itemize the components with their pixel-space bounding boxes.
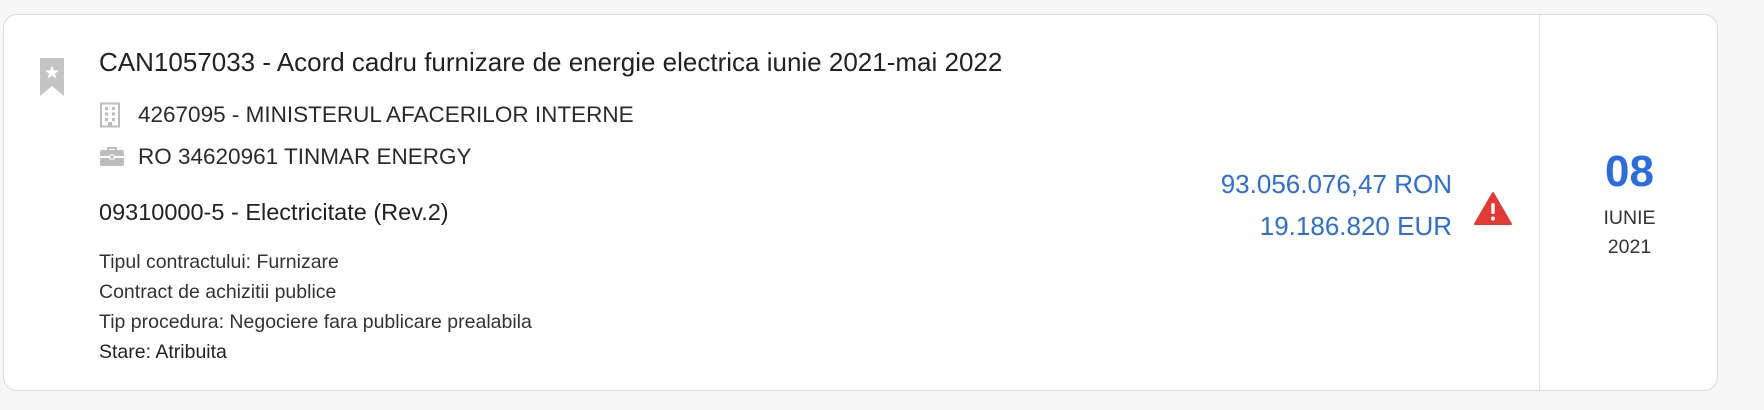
procedure-type: Tip procedura: Negociere fara publicare … <box>99 311 532 333</box>
contract-value: 93.056.076,47 RON 19.186.820 EUR <box>1221 163 1452 247</box>
contract-details: Tipul contractului: Furnizare Contract d… <box>99 247 532 367</box>
date-year: 2021 <box>1607 236 1652 258</box>
contract-status: Stare: Atribuita <box>99 341 227 363</box>
bookmark-star-icon[interactable] <box>38 56 66 98</box>
value-eur: 19.186.820 EUR <box>1259 211 1452 241</box>
contract-type: Tipul contractului: Furnizare <box>99 251 339 273</box>
contract-card[interactable]: CAN1057033 - Acord cadru furnizare de en… <box>3 14 1718 391</box>
contract-title[interactable]: CAN1057033 - Acord cadru furnizare de en… <box>99 47 1002 78</box>
date-month: IUNIE <box>1603 207 1656 229</box>
supplier-name[interactable]: RO 34620961 TINMAR ENERGY <box>138 144 471 170</box>
supplier-row: RO 34620961 TINMAR ENERGY <box>99 142 471 172</box>
date-day: 08 <box>1605 147 1654 196</box>
building-icon <box>99 101 127 129</box>
authority-row: 4267095 - MINISTERUL AFACERILOR INTERNE <box>99 100 634 130</box>
authority-name[interactable]: 4267095 - MINISTERUL AFACERILOR INTERNE <box>138 102 634 128</box>
contract-kind: Contract de achizitii publice <box>99 281 337 303</box>
publication-date: 08 IUNIE 2021 <box>1540 15 1719 390</box>
cpv-code[interactable]: 09310000-5 - Electricitate (Rev.2) <box>99 199 449 226</box>
value-ron: 93.056.076,47 RON <box>1220 169 1452 199</box>
briefcase-icon <box>99 143 127 171</box>
warning-triangle-icon[interactable] <box>1473 191 1513 227</box>
